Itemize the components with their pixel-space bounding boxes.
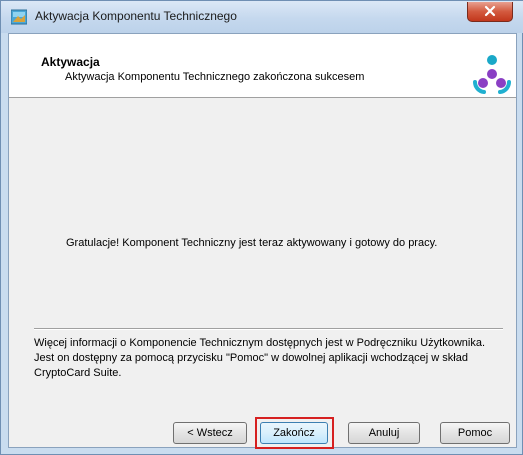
back-button[interactable]: < Wstecz <box>173 422 247 444</box>
title-bar[interactable]: Aktywacja Komponentu Technicznego <box>1 1 523 33</box>
wizard-header: Aktywacja Aktywacja Komponentu Techniczn… <box>9 34 516 98</box>
window-title: Aktywacja Komponentu Technicznego <box>35 9 237 23</box>
wizard-panel: Aktywacja Aktywacja Komponentu Techniczn… <box>8 33 517 449</box>
info-text: Więcej informacji o Komponencie Technicz… <box>34 337 485 379</box>
page-title: Aktywacja <box>41 55 100 69</box>
close-button[interactable] <box>467 2 513 22</box>
divider <box>34 328 503 330</box>
finish-highlight-box <box>255 417 334 449</box>
dialog-window: Aktywacja Komponentu Technicznego Aktywa… <box>0 0 523 455</box>
cancel-button[interactable]: Anuluj <box>348 422 420 444</box>
cryptocard-logo-icon <box>472 52 512 94</box>
help-button[interactable]: Pomoc <box>440 422 510 444</box>
app-icon <box>10 9 28 25</box>
close-icon <box>484 2 496 21</box>
page-subtitle: Aktywacja Komponentu Technicznego zakońc… <box>65 71 365 83</box>
success-message: Gratulacje! Komponent Techniczny jest te… <box>66 237 438 249</box>
